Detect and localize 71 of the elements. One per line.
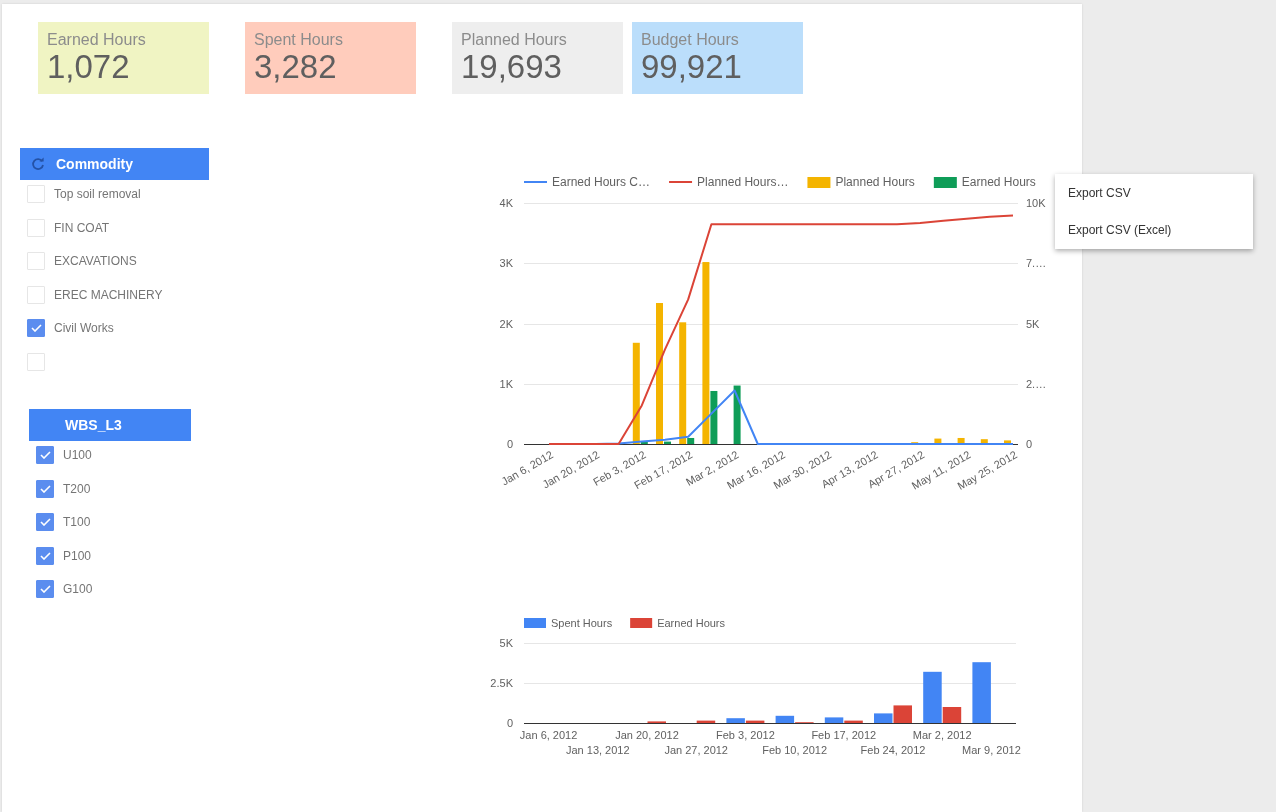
legend-label: Earned Hours bbox=[657, 617, 726, 629]
axis-date-label: Jan 20, 2012 bbox=[615, 729, 679, 741]
menu-item[interactable]: Export CSV (Excel) bbox=[1055, 211, 1253, 249]
legend-label: Planned Hours… bbox=[697, 175, 789, 189]
checkbox[interactable] bbox=[36, 580, 54, 598]
axis-tick-label: 2.5K bbox=[490, 677, 513, 689]
axis-tick-label: 0 bbox=[506, 717, 513, 729]
check-icon bbox=[39, 518, 51, 526]
filter-title: Commodity bbox=[56, 156, 133, 172]
chart-bar bbox=[980, 439, 988, 444]
check-icon bbox=[39, 551, 51, 560]
check-icon bbox=[39, 484, 51, 493]
scorecard-value: 99,921 bbox=[641, 49, 743, 85]
axis-date-label: Feb 17, 2012 bbox=[811, 729, 877, 741]
axis-date-label: Jan 6, 2012 bbox=[519, 729, 578, 741]
axis-date-label: Jan 13, 2012 bbox=[566, 744, 630, 756]
scorecard-label: Budget Hours bbox=[641, 31, 740, 49]
axis-tick-label: 5K bbox=[1026, 317, 1040, 330]
option-label[interactable]: P100 bbox=[63, 548, 92, 563]
option-label[interactable]: T100 bbox=[63, 515, 91, 529]
axis-tick-label: 5K bbox=[499, 637, 513, 649]
scorecard-value: 3,282 bbox=[254, 49, 338, 85]
option-label[interactable]: EXCAVATIONS bbox=[54, 254, 137, 268]
axis-tick-label: 4K bbox=[499, 197, 513, 209]
checkbox[interactable] bbox=[36, 479, 54, 498]
check-icon bbox=[30, 324, 42, 332]
chart-bar bbox=[696, 720, 716, 723]
scorecard-value: 1,072 bbox=[47, 49, 131, 85]
legend-label: Earned Hours bbox=[961, 175, 1036, 189]
checkbox[interactable] bbox=[36, 446, 54, 464]
scorecard-value: 19,693 bbox=[461, 49, 563, 85]
chart-bar bbox=[957, 438, 965, 444]
scorecard-label: Planned Hours bbox=[461, 31, 568, 49]
checkbox[interactable] bbox=[36, 546, 54, 565]
axis-tick-label: 0 bbox=[1026, 438, 1033, 450]
axis-date-label: Mar 9, 2012 bbox=[962, 744, 1021, 756]
axis-tick-label: 2K bbox=[499, 317, 513, 330]
legend-label: Planned Hours bbox=[835, 175, 915, 189]
option-label[interactable]: Civil Works bbox=[54, 321, 114, 335]
chart-bar bbox=[1004, 440, 1011, 444]
option-label[interactable]: FIN COAT bbox=[54, 220, 110, 235]
axis-tick-label: 2.… bbox=[1026, 377, 1047, 390]
option-label[interactable]: EREC MACHINERY bbox=[54, 287, 163, 302]
axis-tick-label: 0 bbox=[506, 438, 513, 450]
legend-label: Earned Hours C… bbox=[552, 175, 651, 189]
option-label[interactable]: T200 bbox=[63, 481, 91, 496]
axis-tick-label: 10K bbox=[1026, 197, 1046, 209]
chart-bar bbox=[972, 662, 991, 723]
axis-date-label: Feb 10, 2012 bbox=[762, 744, 827, 756]
axis-date-label: Feb 24, 2012 bbox=[860, 744, 926, 756]
checkbox[interactable] bbox=[27, 319, 45, 337]
axis-tick-label: 7.… bbox=[1026, 257, 1047, 270]
scorecard-label: Spent Hours bbox=[254, 31, 344, 49]
menu-item[interactable]: Export CSV bbox=[1055, 174, 1253, 212]
option-label[interactable]: U100 bbox=[63, 448, 92, 462]
chart-bar bbox=[733, 385, 741, 444]
filter-title: WBS_L3 bbox=[65, 417, 122, 433]
axis-date-label: Mar 2, 2012 bbox=[912, 729, 972, 741]
axis-tick-label: 3K bbox=[499, 257, 513, 270]
checkbox[interactable] bbox=[36, 513, 54, 531]
check-icon bbox=[39, 451, 51, 459]
axis-tick-label: 1K bbox=[499, 377, 513, 390]
scorecard-label: Earned Hours bbox=[47, 31, 147, 49]
option-label[interactable]: G100 bbox=[63, 582, 93, 596]
axis-date-label: Jan 27, 2012 bbox=[664, 744, 728, 756]
refresh-icon[interactable] bbox=[31, 157, 45, 171]
legend-label: Spent Hours bbox=[551, 617, 613, 629]
check-icon bbox=[39, 585, 51, 593]
option-label[interactable]: Top soil removal bbox=[54, 187, 141, 201]
axis-date-label: Feb 3, 2012 bbox=[716, 729, 775, 741]
chart-bar bbox=[934, 438, 942, 444]
